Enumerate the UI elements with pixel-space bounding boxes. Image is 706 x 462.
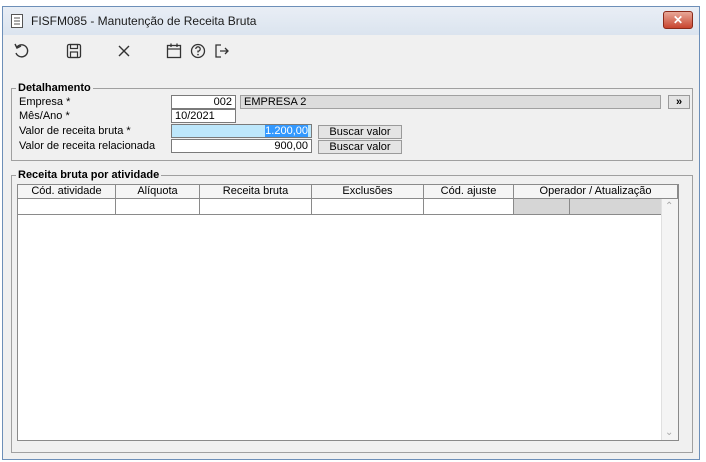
- title-bar: FISFM085 - Manutenção de Receita Bruta ✕: [3, 7, 699, 36]
- scroll-up-icon[interactable]: ⌃: [665, 201, 673, 212]
- col-operador-atualizacao[interactable]: Operador / Atualização: [514, 185, 678, 199]
- dialog-window: FISFM085 - Manutenção de Receita Bruta ✕…: [2, 6, 700, 460]
- close-button[interactable]: ✕: [663, 11, 693, 29]
- undo-icon[interactable]: [13, 42, 31, 60]
- col-aliquota[interactable]: Alíquota: [116, 185, 200, 199]
- atividade-grid[interactable]: Cód. atividade Alíquota Receita bruta Ex…: [17, 184, 679, 441]
- mes-ano-label: Mês/Ano *: [19, 110, 70, 122]
- mes-ano-field[interactable]: 10/2021: [171, 109, 236, 123]
- empresa-label: Empresa *: [19, 96, 71, 108]
- scroll-down-icon[interactable]: ⌄: [665, 427, 673, 438]
- receita-relacionada-label: Valor de receita relacionada: [19, 140, 156, 152]
- empresa-name-field: EMPRESA 2: [240, 95, 661, 109]
- receita-bruta-field[interactable]: 1.200,00: [171, 124, 312, 138]
- detalhamento-legend: Detalhamento: [16, 82, 93, 94]
- close-icon: ✕: [672, 13, 684, 27]
- receita-bruta-label: Valor de receita bruta *: [19, 125, 131, 137]
- exit-icon[interactable]: [213, 42, 231, 60]
- col-cod-ajuste[interactable]: Cód. ajuste: [424, 185, 514, 199]
- window-title: FISFM085 - Manutenção de Receita Bruta: [31, 14, 257, 28]
- help-icon[interactable]: [189, 42, 207, 60]
- receita-relacionada-field[interactable]: 900,00: [171, 139, 312, 153]
- document-icon: [11, 14, 23, 28]
- col-receita-bruta[interactable]: Receita bruta: [200, 185, 312, 199]
- cell-operador: [514, 199, 570, 215]
- cell-receita-bruta[interactable]: [200, 199, 312, 215]
- buscar-valor-label-1: Buscar valor: [329, 126, 391, 138]
- buscar-valor-receita-relacionada-button[interactable]: Buscar valor: [318, 140, 402, 154]
- save-icon[interactable]: [65, 42, 83, 60]
- col-exclusoes[interactable]: Exclusões: [312, 185, 424, 199]
- grid-header: Cód. atividade Alíquota Receita bruta Ex…: [18, 185, 678, 199]
- empresa-code-field[interactable]: 002: [171, 95, 236, 109]
- empresa-lookup-button[interactable]: »: [668, 95, 690, 109]
- buscar-valor-receita-bruta-button[interactable]: Buscar valor: [318, 125, 402, 139]
- toolbar: [3, 35, 699, 67]
- cell-exclusoes[interactable]: [312, 199, 424, 215]
- cell-cod-atividade[interactable]: [18, 199, 116, 215]
- col-cod-atividade[interactable]: Cód. atividade: [18, 185, 116, 199]
- calendar-icon[interactable]: [165, 42, 183, 60]
- cancel-icon[interactable]: [115, 42, 133, 60]
- cell-cod-ajuste[interactable]: [424, 199, 514, 215]
- cell-aliquota[interactable]: [116, 199, 200, 215]
- receita-bruta-value: 1.200,00: [265, 125, 308, 137]
- buscar-valor-label-2: Buscar valor: [329, 141, 391, 153]
- grid-vertical-scrollbar[interactable]: ⌃ ⌄: [661, 199, 678, 440]
- receita-atividade-legend: Receita bruta por atividade: [16, 169, 162, 181]
